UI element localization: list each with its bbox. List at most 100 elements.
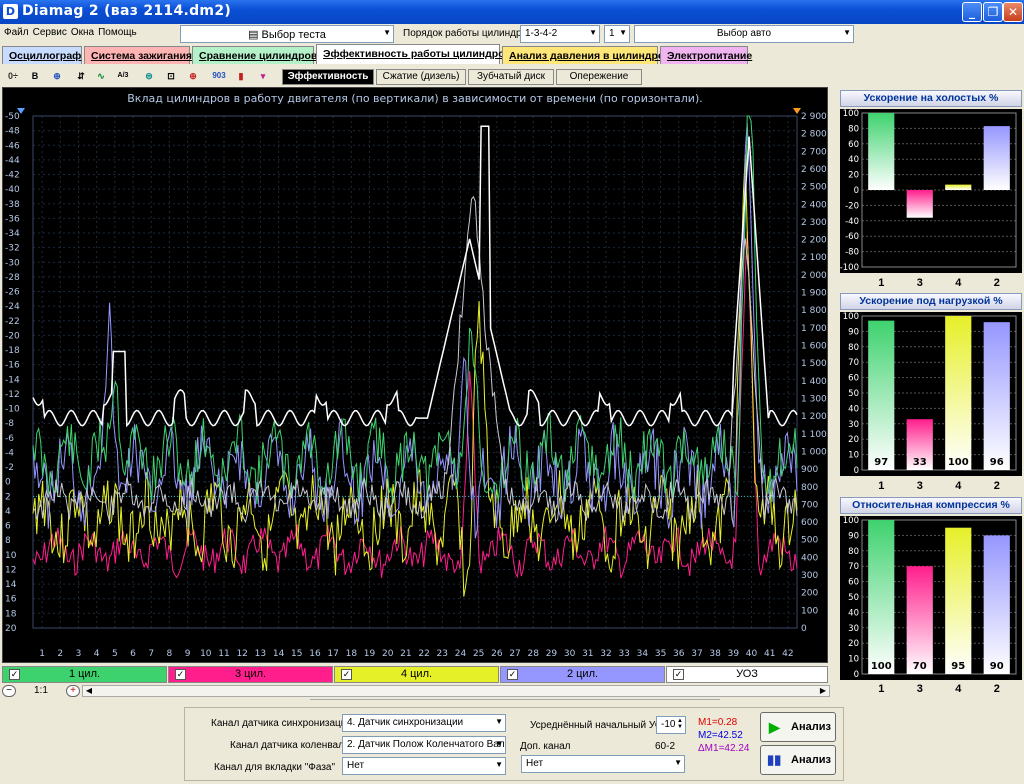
subtab-advance[interactable]: Опережение [556, 69, 642, 85]
menu-windows[interactable]: Окна [67, 24, 94, 38]
y-tick-label: 0 [854, 670, 859, 680]
channel-2[interactable]: ✓ 2 цил. [500, 666, 665, 683]
scroll-left-icon[interactable]: ◀ [84, 686, 94, 696]
wave-icon[interactable]: ∿ [92, 67, 110, 85]
auto-select[interactable]: Выбор авто ▼ [634, 25, 854, 43]
compression-categories: 1 3 4 2 [840, 681, 1022, 697]
main-chart[interactable]: Вклад цилиндров в работу двигателя (по в… [2, 87, 828, 663]
bar-value-label: 100 [948, 457, 969, 468]
auto-select-label: Выбор авто [716, 28, 772, 39]
stack-icon[interactable]: ⊜ [140, 67, 158, 85]
title-bar: D Diamag 2 (ваз 2114.dm2) _ ❐ ✕ [0, 0, 1024, 24]
tab-pressure-analysis[interactable]: Анализ давления в цилиндре [502, 46, 664, 64]
bar-value-label: 70 [913, 661, 927, 672]
offset-icon[interactable]: 0÷ [4, 67, 22, 85]
x-tick-label: 5 [112, 649, 118, 659]
left-tick-label: -36 [5, 214, 20, 224]
filter-icon[interactable]: ▾ [254, 67, 272, 85]
y-tick-label: 90 [848, 531, 859, 541]
tab-power-supply[interactable]: Электропитание [660, 46, 752, 64]
horizontal-scrollbar[interactable]: ◀ ▶ [82, 685, 830, 697]
zoom-out-icon[interactable]: − [2, 685, 16, 697]
left-tick-label: 14 [5, 580, 17, 590]
rpm-icon[interactable]: ⊕ [48, 67, 66, 85]
sync-label: Канал датчика синхронизации [211, 718, 352, 729]
zoom-in-icon[interactable]: + [66, 685, 80, 697]
tab-ignition[interactable]: Система зажигания [84, 46, 192, 64]
check-icon[interactable]: ✓ [673, 669, 684, 680]
menu-file[interactable]: Файл [0, 24, 29, 38]
check-icon[interactable]: ✓ [9, 669, 20, 680]
bar-1 [868, 113, 895, 190]
scroll-right-icon[interactable]: ▶ [818, 686, 828, 696]
check-icon[interactable]: ✓ [507, 669, 518, 680]
menu-service[interactable]: Сервис [29, 24, 67, 38]
right-tick-label: 1 200 [801, 412, 827, 422]
window-title: Diamag 2 (ваз 2114.dm2) [22, 3, 232, 19]
splitter[interactable] [310, 699, 720, 703]
x-tick-label: 38 [709, 649, 721, 659]
chevron-down-icon: ▼ [674, 758, 682, 767]
x-tick-label: 26 [491, 649, 503, 659]
analyze-button[interactable]: ▶ Анализ [760, 712, 836, 742]
x-tick-label: 33 [618, 649, 629, 659]
cylinder-order-select[interactable]: 1-3-4-2 ▼ [520, 25, 600, 43]
chevron-down-icon: ▼ [495, 717, 503, 726]
uoz-stepper[interactable]: -10 ▲ ▼ [656, 716, 686, 734]
channel-uoz[interactable]: ✓ УОЗ [666, 666, 828, 683]
check-icon[interactable]: ✓ [175, 669, 186, 680]
x-tick-label: 3 [76, 649, 82, 659]
minimize-button[interactable]: _ [962, 2, 982, 22]
right-tick-label: 300 [801, 571, 818, 581]
stepper-icon[interactable]: ▲ ▼ [677, 718, 683, 730]
y-tick-label: 60 [848, 374, 859, 384]
target-icon[interactable]: ⊕ [184, 67, 202, 85]
tab-oscilloscope[interactable]: Осциллограф [2, 46, 82, 64]
scale-icon[interactable]: ⇵ [72, 67, 90, 85]
bold-icon[interactable]: B [26, 67, 44, 85]
menu-help[interactable]: Помощь [94, 24, 137, 38]
grid-icon[interactable]: ⊡ [162, 67, 180, 85]
compression-title: Относительная компрессия % [840, 497, 1022, 514]
crank-select[interactable]: 2. Датчик Полож Коленчатого Вал ▼ [342, 736, 506, 754]
channel-4[interactable]: ✓ 4 цил. [334, 666, 499, 683]
ratio-icon[interactable]: A/3 [114, 67, 132, 85]
check-icon[interactable]: ✓ [341, 669, 352, 680]
close-button[interactable]: ✕ [1003, 2, 1023, 22]
dop-select[interactable]: Нет ▼ [521, 755, 685, 773]
sync-select[interactable]: 4. Датчик синхронизации ▼ [342, 714, 506, 732]
test-select[interactable]: ▤ Выбор теста ▼ [180, 25, 394, 43]
subtab-gear-disk[interactable]: Зубчатый диск [468, 69, 554, 85]
phase-select[interactable]: Нет ▼ [342, 757, 506, 775]
load-accel-svg: 0 10 20 30 40 50 60 70 80 90 100 97 33 100 96 [843, 312, 1017, 476]
x-tick-label: 18 [346, 649, 358, 659]
analyze-chart-button[interactable]: ▮▮ Анализ [760, 745, 836, 775]
subtab-compression[interactable]: Сжатие (дизель) [376, 69, 466, 85]
category-label: 2 [993, 480, 1000, 492]
left-tick-label: -18 [5, 346, 20, 356]
menu-bar: Файл Сервис Окна Помощь [0, 24, 180, 42]
subtab-efficiency[interactable]: Эффективность [282, 69, 374, 85]
x-tick-label: 2 [57, 649, 63, 659]
main-chart-svg: Вклад цилиндров в работу двигателя (по в… [5, 92, 827, 659]
test-select-label: Выбор теста [261, 29, 326, 41]
left-tick-label: 8 [5, 536, 11, 546]
chevron-down-icon: ▼ [843, 28, 851, 37]
bar-1 [868, 320, 895, 470]
number-icon[interactable]: 903 [210, 67, 228, 85]
x-tick-label: 10 [200, 649, 212, 659]
chevron-down-icon: ▼ [619, 28, 627, 37]
left-tick-label: -8 [5, 419, 14, 429]
cylinder-num-select[interactable]: 1 ▼ [604, 25, 630, 43]
channel-3[interactable]: ✓ 3 цил. [168, 666, 333, 683]
chevron-down-icon: ▼ [495, 760, 503, 769]
y-tick-label: 30 [848, 420, 859, 430]
bar-icon[interactable]: ▮ [232, 67, 250, 85]
phase-value: Нет [347, 760, 365, 771]
channel-1[interactable]: ✓ 1 цил. [2, 666, 167, 683]
left-tick-label: -50 [5, 112, 20, 122]
tab-cylinder-compare[interactable]: Сравнение цилиндров [192, 46, 317, 64]
tab-cylinder-efficiency[interactable]: Эффективность работы цилиндров [316, 44, 511, 64]
maximize-button[interactable]: ❐ [983, 2, 1003, 22]
bar-4 [945, 316, 972, 470]
